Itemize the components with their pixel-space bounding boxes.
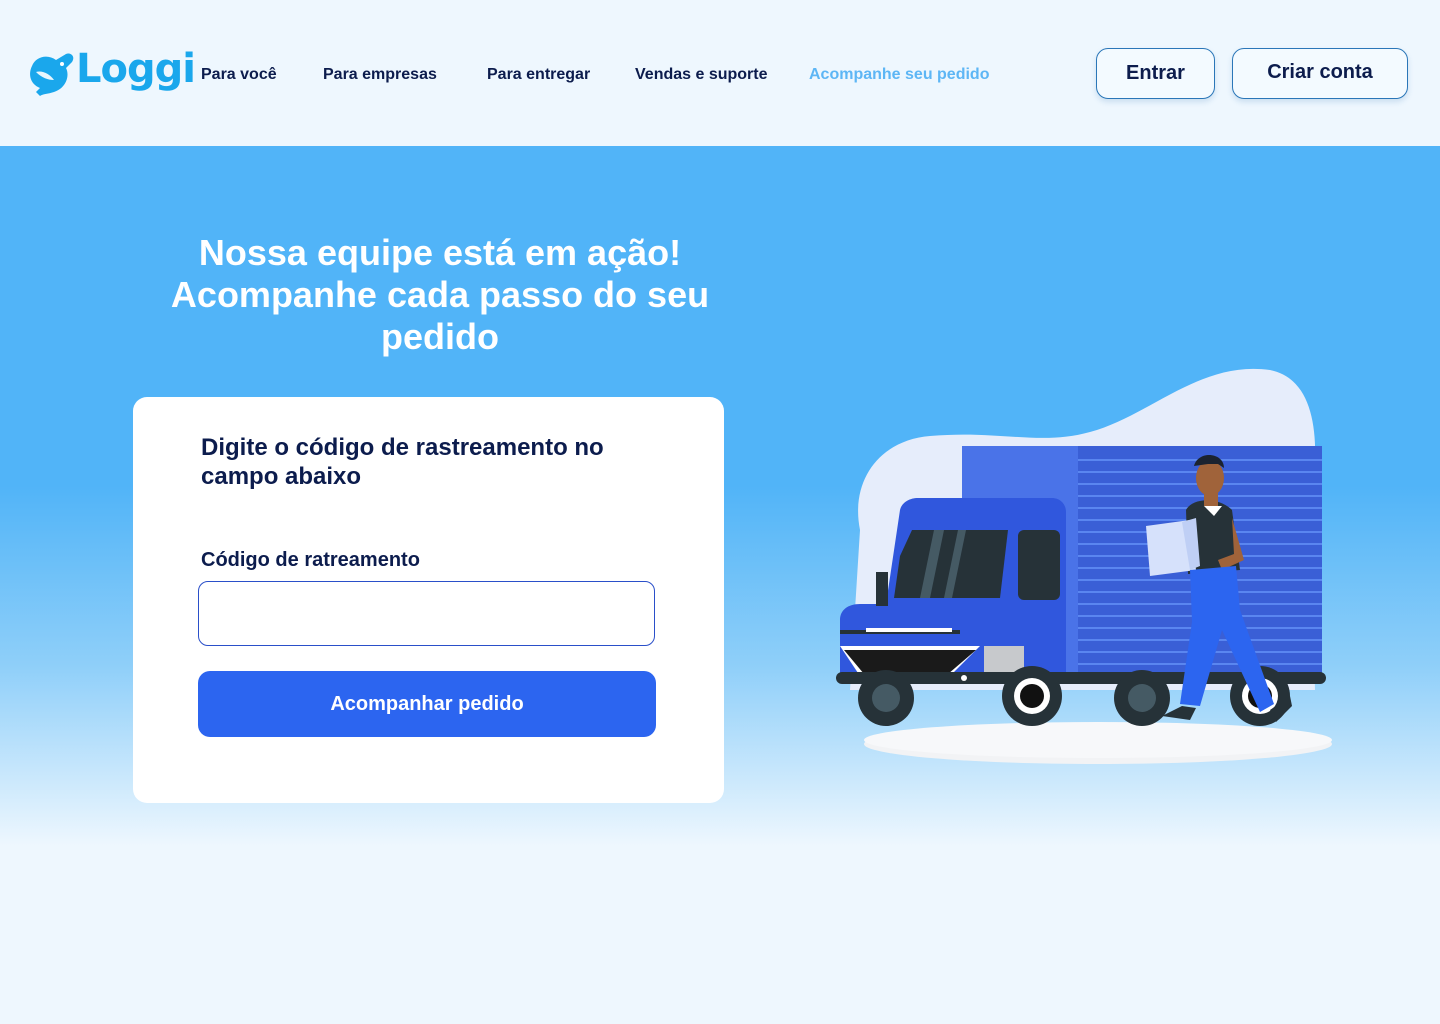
delivery-truck-illustration <box>836 368 1332 764</box>
nav-vendas-suporte[interactable]: Vendas e suporte <box>635 66 768 84</box>
hero-section: Nossa equipe está em ação! Acompanhe cad… <box>0 146 1440 876</box>
signup-button[interactable]: Criar conta <box>1232 48 1408 99</box>
nav-para-entregar[interactable]: Para entregar <box>487 66 590 84</box>
tracking-code-label: Código de ratreamento <box>201 549 420 571</box>
logo-wordmark: Loggi <box>76 46 196 92</box>
tracking-code-input[interactable] <box>198 581 655 646</box>
site-header: Loggi Para você Para empresas Para entre… <box>0 0 1440 146</box>
nav-para-empresas[interactable]: Para empresas <box>323 66 437 84</box>
nav-para-voce[interactable]: Para você <box>201 66 277 84</box>
nav-acompanhe-pedido[interactable]: Acompanhe seu pedido <box>809 66 989 84</box>
login-button[interactable]: Entrar <box>1096 48 1215 99</box>
hero-title-line-2: Acompanhe cada passo do seu <box>170 274 710 315</box>
hero-title-line-3: pedido <box>381 316 499 357</box>
loggi-logo[interactable]: Loggi <box>26 46 196 102</box>
track-order-button[interactable]: Acompanhar pedido <box>198 671 656 737</box>
hero-title-line-1: Nossa equipe está em ação! <box>198 232 682 273</box>
hero-title: Nossa equipe está em ação! Acompanhe cad… <box>140 232 740 358</box>
loggi-rabbit-icon <box>30 53 74 96</box>
tracking-card: Digite o código de rastreamento no campo… <box>133 397 724 803</box>
tracking-card-title: Digite o código de rastreamento no campo… <box>201 434 604 490</box>
